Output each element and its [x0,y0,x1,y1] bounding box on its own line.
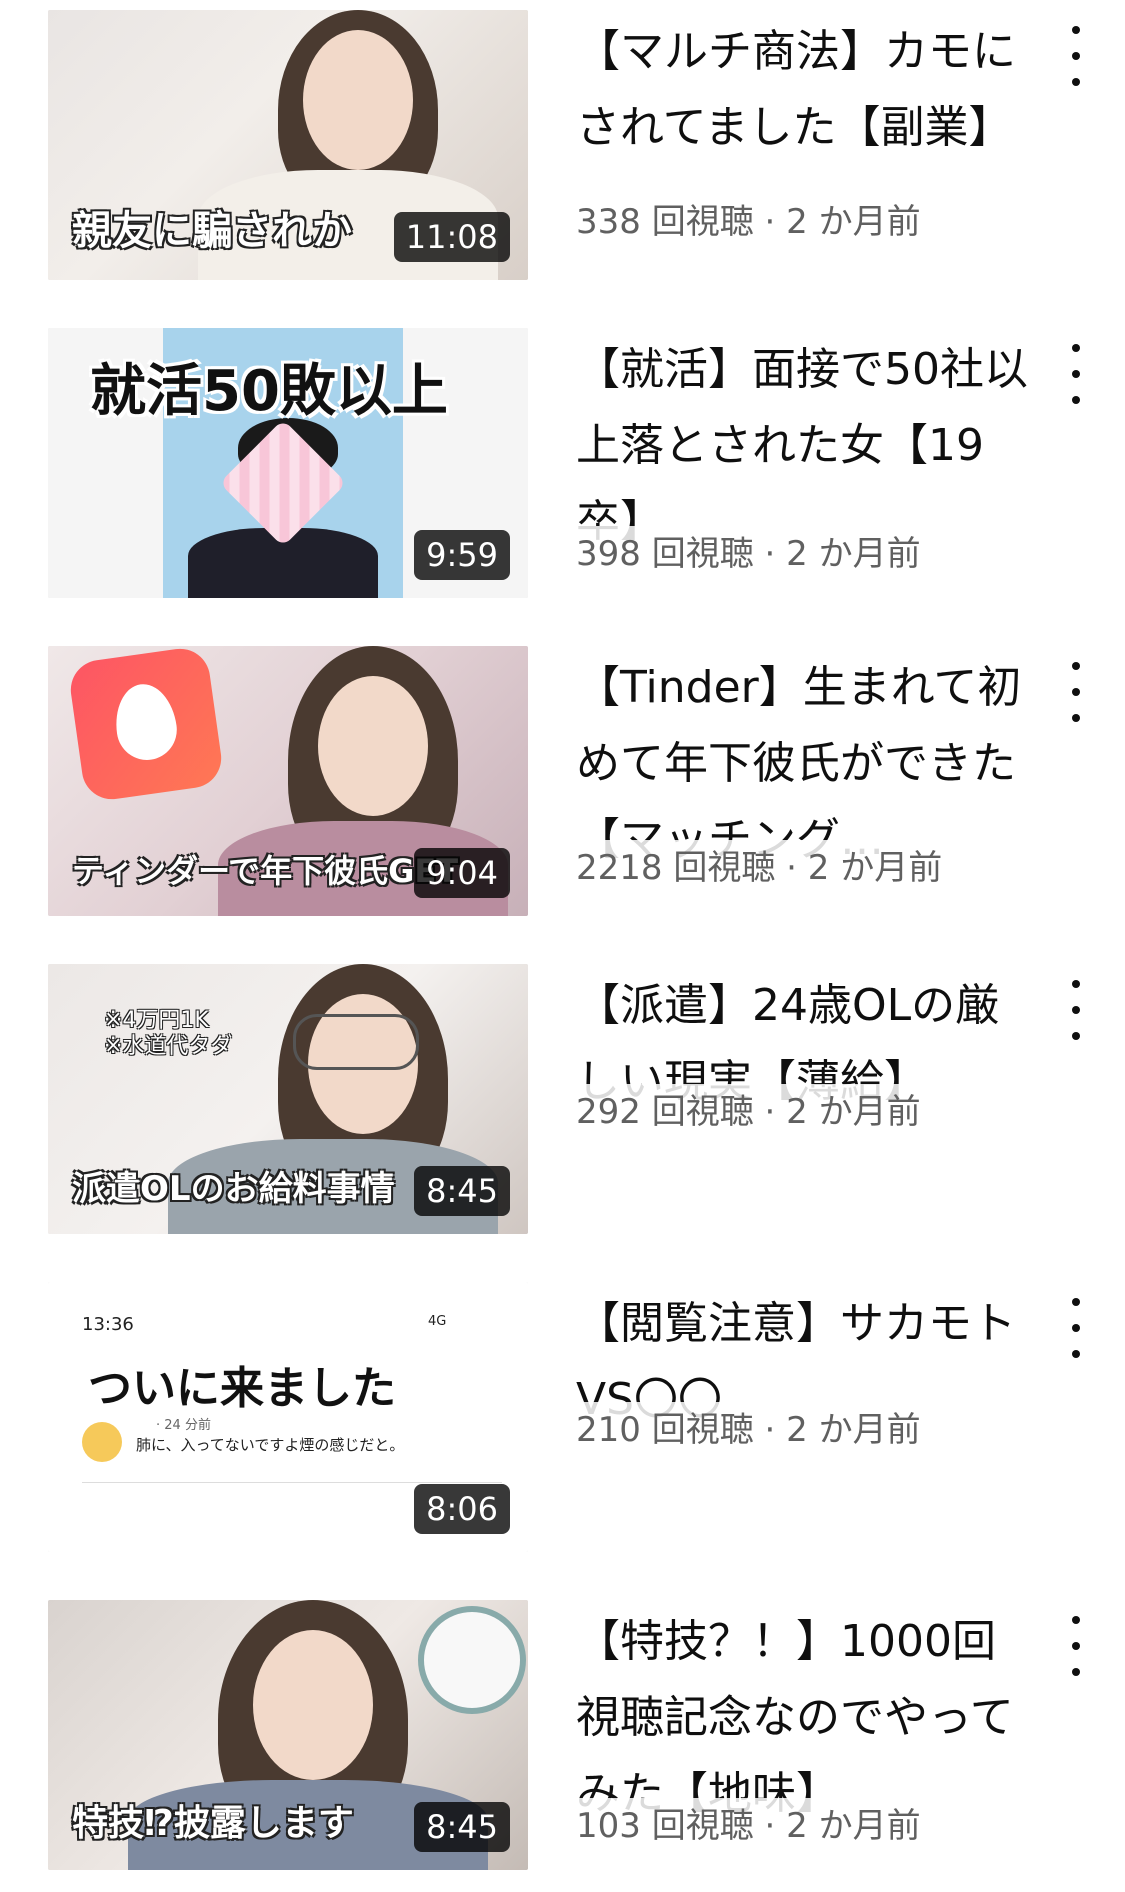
upload-age: 2 か月前 [786,534,921,574]
upload-age: 2 か月前 [786,1806,921,1846]
more-vertical-icon[interactable] [1060,26,1092,86]
meta-separator: · [753,1410,787,1450]
thumbnail-note: ※4万円1K ※水道代タダ [104,1008,233,1059]
meta-separator: · [753,1092,787,1132]
duration-badge: 11:08 [393,212,510,262]
video-thumbnail[interactable]: 13:36 4G ついに来ました · 24 分前 肺に、入ってないですよ煙の感じ… [48,1282,528,1552]
upload-age: 2 か月前 [807,848,943,888]
thumbnail-caption: 親友に騙されか [72,208,352,254]
video-meta: 103 回視聴 · 2 か月前 [576,1798,921,1847]
more-vertical-icon[interactable] [1060,1298,1092,1358]
duration-badge: 8:45 [414,1166,510,1216]
video-item[interactable]: 13:36 4G ついに来ました · 24 分前 肺に、入ってないですよ煙の感じ… [0,1282,1125,1572]
comment-avatar [82,1422,122,1462]
video-item[interactable]: 親友に騙されか 11:08 【マルチ商法】カモにされてました【副業】 338 回… [0,10,1125,300]
duration-badge: 9:04 [414,848,510,898]
video-thumbnail[interactable]: ティンダーで年下彼氏GET 9:04 [48,646,528,916]
duration-badge: 8:06 [414,1484,510,1534]
video-thumbnail[interactable]: ※4万円1K ※水道代タダ 派遣OLのお給料事情 8:45 [48,964,528,1234]
video-thumbnail[interactable]: 親友に騙されか 11:08 [48,10,528,280]
tinder-logo-icon [66,646,226,804]
video-item[interactable]: 就活50敗以上 9:59 【就活】面接で50社以上落とされた女【19卒】 398… [0,328,1125,618]
duration-badge: 8:45 [414,1802,510,1852]
more-vertical-icon[interactable] [1060,662,1092,722]
video-thumbnail[interactable]: 特技⁉披露します 8:45 [48,1600,528,1870]
clock-icon [418,1606,526,1714]
more-vertical-icon[interactable] [1060,980,1092,1040]
glasses-icon [293,1014,419,1070]
thumbnail-caption: ティンダーで年下彼氏GET [72,852,459,890]
video-meta: 210 回視聴 · 2 か月前 [576,1402,921,1451]
video-item[interactable]: 特技⁉披露します 8:45 【特技？！】1000回視聴記念なのでやってみた【地味… [0,1600,1125,1890]
thumbnail-caption: 派遣OLのお給料事情 [72,1169,395,1209]
more-vertical-icon[interactable] [1060,344,1092,404]
view-count: 210 回視聴 [576,1410,754,1450]
view-count: 398 回視聴 [576,534,754,574]
view-count: 338 回視聴 [576,202,754,242]
video-title[interactable]: 【マルチ商法】カモにされてました【副業】 [576,14,1036,166]
thumbnail-caption: ついに来ました [88,1363,396,1414]
video-meta: 398 回視聴 · 2 か月前 [576,526,921,575]
duration-badge: 9:59 [414,530,510,580]
upload-age: 2 か月前 [786,1092,921,1132]
divider [82,1482,502,1483]
phone-clock: 13:36 [82,1314,134,1335]
view-count: 292 回視聴 [576,1092,754,1132]
thumbnail-face [253,1630,373,1780]
video-meta: 292 回視聴 · 2 か月前 [576,1084,921,1133]
more-vertical-icon[interactable] [1060,1616,1092,1676]
video-meta: 338 回視聴 · 2 か月前 [576,194,921,243]
meta-separator: · [753,534,787,574]
meta-separator: · [775,848,808,888]
upload-age: 2 か月前 [786,1410,921,1450]
upload-age: 2 か月前 [786,202,921,242]
thumbnail-caption: 就活50敗以上 [90,359,448,424]
video-thumbnail[interactable]: 就活50敗以上 9:59 [48,328,528,598]
meta-separator: · [753,202,787,242]
video-meta: 2218 回視聴 · 2 か月前 [576,840,943,889]
thumbnail-face [318,676,428,816]
video-item[interactable]: ※4万円1K ※水道代タダ 派遣OLのお給料事情 8:45 【派遣】24歳OLの… [0,964,1125,1254]
meta-separator: · [753,1806,787,1846]
thumbnail-face [303,30,413,170]
phone-signal-icon: 4G [428,1314,447,1329]
view-count: 2218 回視聴 [576,848,776,888]
view-count: 103 回視聴 [576,1806,754,1846]
comment-text: 肺に、入ってないですよ煙の感じだと。 [136,1436,405,1454]
comment-time: · 24 分前 [156,1418,211,1433]
video-item[interactable]: ティンダーで年下彼氏GET 9:04 【Tinder】生まれて初めて年下彼氏がで… [0,646,1125,936]
thumbnail-caption: 特技⁉披露します [72,1803,354,1844]
video-list: 親友に騙されか 11:08 【マルチ商法】カモにされてました【副業】 338 回… [0,0,1125,1892]
